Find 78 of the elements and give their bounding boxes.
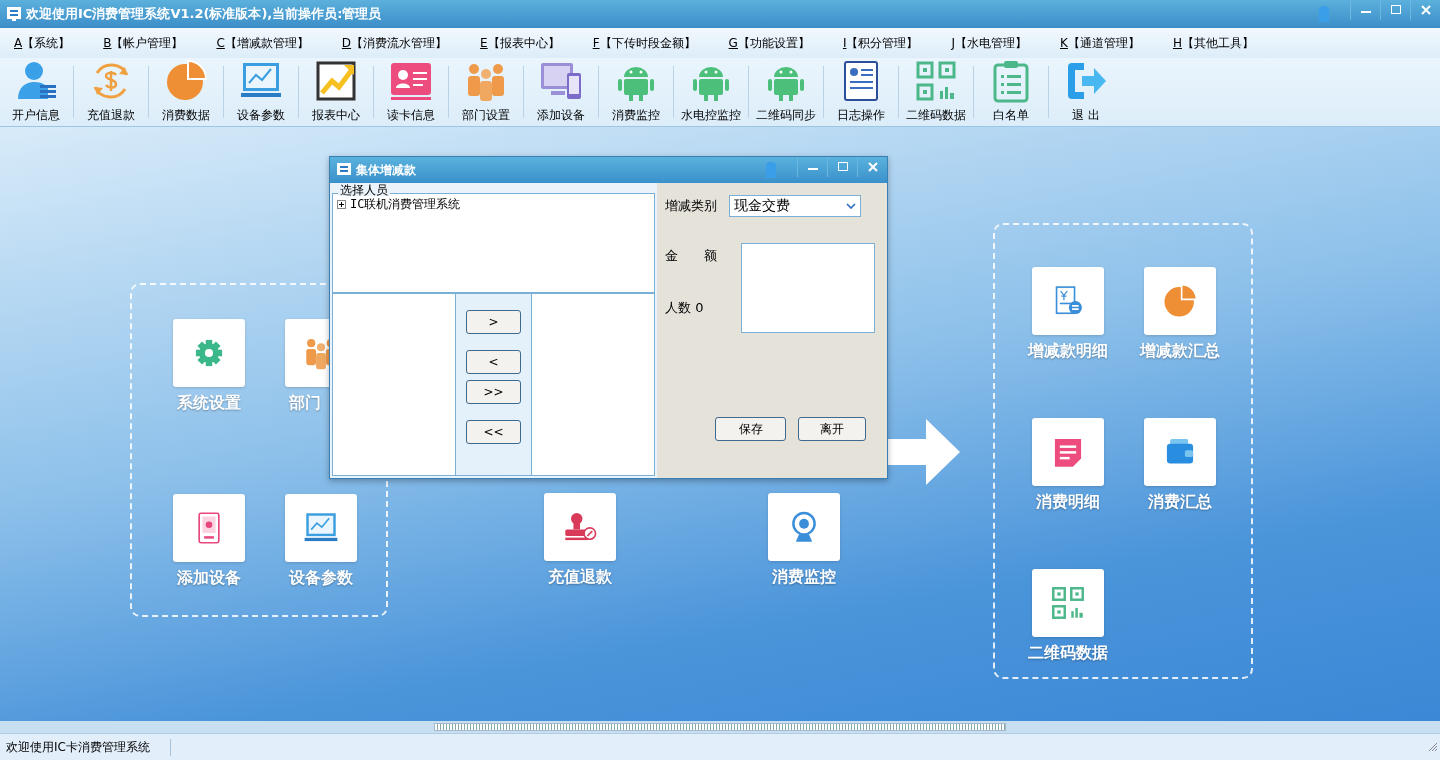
maximize-icon xyxy=(837,162,848,172)
resize-grip-icon[interactable] xyxy=(1428,742,1438,752)
count-label: 人数 0 xyxy=(665,299,705,317)
leave-button[interactable]: 离开 xyxy=(798,417,866,441)
menu-item[interactable]: D【消费流水管理】 xyxy=(335,34,454,52)
toolbar-button[interactable]: 设备参数 xyxy=(225,59,297,126)
move-button[interactable]: >> xyxy=(466,380,521,404)
menu-item[interactable]: I【积分管理】 xyxy=(836,34,925,52)
maximize-icon xyxy=(1390,5,1401,15)
tile-label: 增减款汇总 xyxy=(1140,341,1220,362)
menu-item[interactable]: F【下传时段金额】 xyxy=(586,34,702,52)
qr-code-icon xyxy=(1050,585,1086,621)
tile-label: 系统设置 xyxy=(177,393,241,414)
tile-label: 充值退款 xyxy=(548,567,612,588)
tile-label: 消费明细 xyxy=(1036,492,1100,513)
toolbar-button[interactable]: 日志操作 xyxy=(825,59,897,126)
splitter-handle[interactable] xyxy=(434,723,1006,731)
toolbar-button[interactable]: 消费数据 xyxy=(150,59,222,126)
move-button[interactable]: << xyxy=(466,420,521,444)
tile-label: 消费汇总 xyxy=(1148,492,1212,513)
menu-item[interactable]: G【功能设置】 xyxy=(722,34,816,52)
type-dropdown[interactable]: 现金交费 xyxy=(729,195,861,217)
toolbar-button[interactable]: 白名单 xyxy=(975,59,1047,126)
toolbar-button[interactable]: 消费监控 xyxy=(600,59,672,126)
toolbar-button[interactable]: 充值退款 xyxy=(75,59,147,126)
tile-label: 添加设备 xyxy=(177,568,241,589)
menu-item[interactable]: K【通道管理】 xyxy=(1054,34,1146,52)
toolbar-button[interactable]: 部门设置 xyxy=(450,59,522,126)
trend-chart-icon xyxy=(314,59,358,103)
chevron-down-icon xyxy=(846,203,856,209)
status-text: 欢迎使用IC卡消费管理系统 xyxy=(0,738,171,756)
tile-button[interactable] xyxy=(173,494,245,562)
tile-button[interactable] xyxy=(768,493,840,561)
tile-button[interactable] xyxy=(173,319,245,387)
tile-label: 增减款明细 xyxy=(1028,341,1108,362)
tile-button[interactable] xyxy=(1144,418,1216,486)
menu-item[interactable]: C【增减款管理】 xyxy=(210,34,315,52)
close-icon xyxy=(1420,5,1431,15)
move-button[interactable]: > xyxy=(466,310,521,334)
toolbar-button[interactable]: 报表中心 xyxy=(300,59,372,126)
tile-button[interactable] xyxy=(285,494,357,562)
toolbar-button[interactable]: 退 出 xyxy=(1050,59,1122,126)
expand-icon[interactable] xyxy=(337,200,346,209)
app-icon xyxy=(336,162,352,178)
field-label: 增减类别 xyxy=(665,197,717,215)
tile-button[interactable] xyxy=(1032,418,1104,486)
field-label: 金 额 xyxy=(665,247,717,265)
pie-chart-icon xyxy=(164,59,208,103)
menu-item[interactable]: E【报表中心】 xyxy=(474,34,566,52)
close-icon xyxy=(867,162,878,172)
window-title: 欢迎使用IC消费管理系统V1.2(标准版本),当前操作员:管理员 xyxy=(26,5,383,23)
move-button[interactable]: < xyxy=(466,350,521,374)
menu-item[interactable]: H【其他工具】 xyxy=(1166,34,1260,52)
tile-button[interactable] xyxy=(1144,267,1216,335)
toolbar-button[interactable]: 二维码数据 xyxy=(900,59,972,126)
qr-code-icon xyxy=(914,59,958,103)
toolbar-button[interactable]: 添加设备 xyxy=(525,59,597,126)
amount-field[interactable] xyxy=(741,243,875,333)
app-icon xyxy=(6,6,22,22)
dialog-title: 集体增减款 xyxy=(356,161,417,179)
tile-label: 部门 xyxy=(289,393,321,414)
toolbar-button[interactable]: 二维码同步 xyxy=(750,59,822,126)
group-label: 选择人员 xyxy=(338,184,390,196)
toolbar-button[interactable]: 读卡信息 xyxy=(375,59,447,126)
toolbar-button[interactable]: 开户信息 xyxy=(0,59,72,126)
tile-button[interactable] xyxy=(544,493,616,561)
tile-label: 二维码数据 xyxy=(1028,643,1108,664)
tile-button[interactable] xyxy=(1032,267,1104,335)
tree-item[interactable]: IC联机消费管理系统 xyxy=(350,196,461,213)
menu-item[interactable]: A【系统】 xyxy=(8,34,77,52)
toolbar-button[interactable]: 水电控监控 xyxy=(675,59,747,126)
pie-chart-icon xyxy=(1162,283,1198,319)
tile-label: 消费监控 xyxy=(772,567,836,588)
menu-item[interactable]: B【帐户管理】 xyxy=(97,34,190,52)
save-button[interactable]: 保存 xyxy=(715,417,786,441)
menu-item[interactable]: J【水电管理】 xyxy=(945,34,1033,52)
tile-label: 设备参数 xyxy=(289,568,353,589)
tile-button[interactable] xyxy=(1032,569,1104,637)
